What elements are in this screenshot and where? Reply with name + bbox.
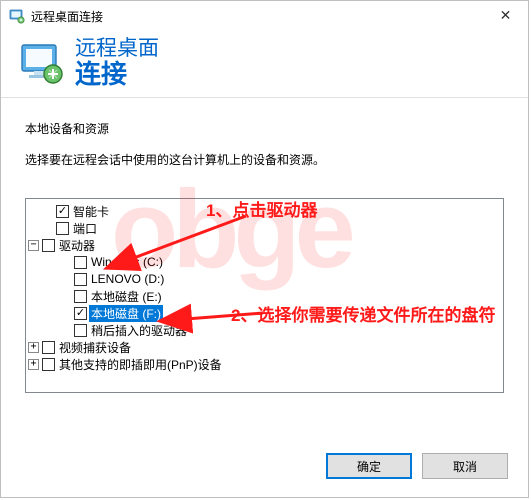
tree-item-drive-f[interactable]: 本地磁盘 (F:) [28, 305, 501, 322]
label-drive-d: LENOVO (D:) [89, 272, 166, 286]
label-drive-f: 本地磁盘 (F:) [89, 305, 163, 322]
tree-item-smartcard[interactable]: 智能卡 [28, 203, 501, 220]
rdp-header-icon [19, 40, 65, 86]
tree-item-drive-d[interactable]: LENOVO (D:) [28, 271, 501, 288]
tree-item-later-drives[interactable]: 稍后插入的驱动器 [28, 322, 501, 339]
checkbox-later-drives[interactable] [74, 324, 87, 337]
label-later-drives: 稍后插入的驱动器 [89, 322, 189, 339]
close-button[interactable]: ✕ [483, 1, 528, 29]
rdp-icon [9, 8, 25, 24]
ok-button[interactable]: 确定 [326, 453, 412, 479]
dialog-buttons: 确定 取消 [326, 453, 508, 479]
expander-drives[interactable]: − [28, 240, 39, 251]
checkbox-drives[interactable] [42, 239, 55, 252]
header-title: 远程桌面 [75, 37, 159, 60]
checkbox-pnp[interactable] [42, 358, 55, 371]
dialog-body: 本地设备和资源 选择要在远程会话中使用的这台计算机上的设备和资源。 智能卡 端口… [1, 98, 528, 393]
tree-item-video[interactable]: + 视频捕获设备 [28, 339, 501, 356]
resources-tree: 智能卡 端口 − 驱动器 Windows (C:) LENOVO (D:) [25, 198, 504, 393]
label-drives: 驱动器 [57, 237, 97, 254]
checkbox-drive-c[interactable] [74, 256, 87, 269]
header-text-block: 远程桌面 连接 [75, 37, 159, 89]
checkbox-smartcard[interactable] [56, 205, 69, 218]
label-smartcard: 智能卡 [71, 203, 111, 220]
checkbox-drive-d[interactable] [74, 273, 87, 286]
label-port: 端口 [71, 220, 99, 237]
label-video: 视频捕获设备 [57, 339, 133, 356]
checkbox-video[interactable] [42, 341, 55, 354]
checkbox-port[interactable] [56, 222, 69, 235]
section-description: 选择要在远程会话中使用的这台计算机上的设备和资源。 [25, 151, 508, 168]
dialog-header: 远程桌面 连接 [1, 31, 528, 98]
label-drive-c: Windows (C:) [89, 255, 165, 269]
checkbox-drive-f[interactable] [74, 307, 87, 320]
label-pnp: 其他支持的即插即用(PnP)设备 [57, 356, 224, 373]
tree-item-drive-c[interactable]: Windows (C:) [28, 254, 501, 271]
label-drive-e: 本地磁盘 (E:) [89, 288, 164, 305]
tree-item-pnp[interactable]: + 其他支持的即插即用(PnP)设备 [28, 356, 501, 373]
tree-item-drives[interactable]: − 驱动器 [28, 237, 501, 254]
cancel-button[interactable]: 取消 [422, 453, 508, 479]
header-subtitle: 连接 [75, 60, 159, 89]
titlebar: 远程桌面连接 ✕ [1, 1, 528, 31]
tree-item-drive-e[interactable]: 本地磁盘 (E:) [28, 288, 501, 305]
tree-item-port[interactable]: 端口 [28, 220, 501, 237]
checkbox-drive-e[interactable] [74, 290, 87, 303]
dialog-window: 远程桌面连接 ✕ 远程桌面 连接 本地设备和资源 选择要在远程会话中使用的这台计… [0, 0, 529, 498]
section-label: 本地设备和资源 [25, 120, 508, 137]
expander-video[interactable]: + [28, 342, 39, 353]
expander-pnp[interactable]: + [28, 359, 39, 370]
titlebar-title: 远程桌面连接 [31, 8, 103, 25]
